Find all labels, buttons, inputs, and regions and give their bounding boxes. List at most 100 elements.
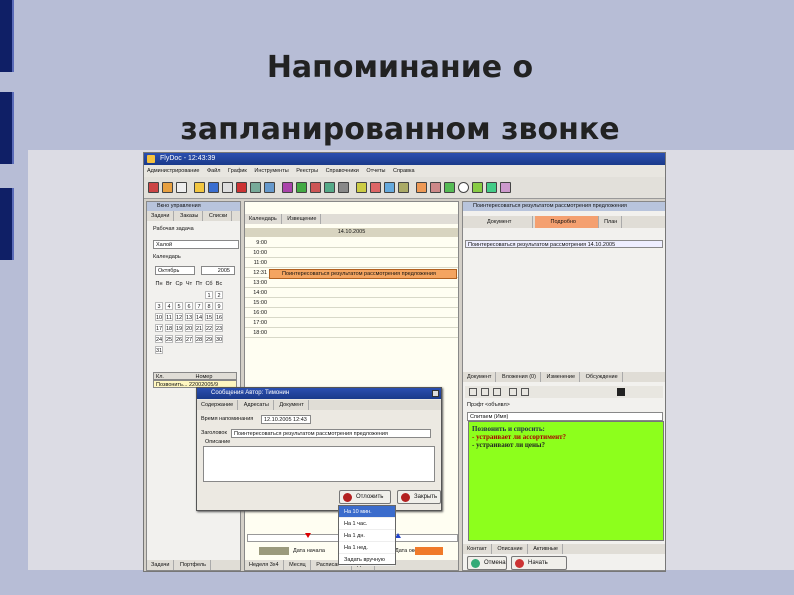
toolbar-icon-19[interactable] [416,182,427,193]
schedule-row[interactable]: 10:00 [245,248,458,258]
schedule-row[interactable]: 9:00 [245,238,458,248]
bold-icon[interactable] [469,388,477,396]
calendar-day[interactable]: 12 [175,313,183,321]
tab-orders[interactable]: Заказы [176,211,204,221]
toolbar-icon-9[interactable] [264,182,275,193]
schedule-row[interactable]: 15:00 [245,298,458,308]
tab-bottom-tasks[interactable]: Задачи [147,560,175,570]
close-icon[interactable] [432,390,439,397]
tab-plan[interactable]: План [600,216,623,228]
option-1hour[interactable]: На 1 час. [339,518,395,530]
tab-addressees[interactable]: Адресаты [240,400,274,410]
calendar-day[interactable]: 23 [215,324,223,332]
option-1week[interactable]: На 1 нед. [339,542,395,554]
dialog-subject-field[interactable]: Поинтересоваться результатом рассмотрени… [231,429,431,438]
toolbar-icon-2[interactable] [162,182,173,193]
right-pane-row[interactable]: Поинтересоваться результатом рассмотрени… [465,240,663,248]
tab-contact[interactable]: Контакт [463,544,492,554]
close-button[interactable]: Закрыть [397,490,441,504]
menu-help[interactable]: Справка [393,168,415,174]
toolbar-icon-8[interactable] [250,182,261,193]
toolbar-icon-20[interactable] [430,182,441,193]
tab-week[interactable]: Неделя 3x4 [245,560,284,570]
calendar-day[interactable]: 1 [205,291,213,299]
tab-bottom-portfolio[interactable]: Портфель [176,560,211,570]
calendar-day[interactable]: 8 [205,302,213,310]
cut-icon[interactable] [509,388,517,396]
calendar-day[interactable]: 15 [205,313,213,321]
reminder-text-area[interactable]: Позвонить и спросить: - устраивает ли ас… [468,421,664,541]
cancel-button[interactable]: Отмена [467,556,507,570]
calendar-day[interactable]: 28 [195,335,203,343]
calendar-day[interactable]: 6 [185,302,193,310]
calendar-day[interactable]: 24 [155,335,163,343]
reminder-time-field[interactable]: 12.10.2005 12:43 [261,415,311,424]
toolbar-icon-3[interactable] [176,182,187,193]
calendar-day[interactable]: 16 [215,313,223,321]
worker-select[interactable]: Халой [153,240,239,249]
calendar-day[interactable]: 29 [205,335,213,343]
postpone-button[interactable]: Отложить [339,490,391,504]
menu-registers[interactable]: Реестры [296,168,318,174]
toolbar-icon-11[interactable] [296,182,307,193]
toolbar-icon-16[interactable] [370,182,381,193]
calendar-day[interactable]: 18 [165,324,173,332]
calendar-day[interactable]: 7 [195,302,203,310]
schedule-row[interactable]: 13:00 [245,278,458,288]
tab-lists[interactable]: Списки [205,211,233,221]
calendar-day[interactable]: 10 [155,313,163,321]
description-area[interactable] [203,446,435,482]
menu-tools[interactable]: Инструменты [254,168,288,174]
option-1day[interactable]: На 1 дн. [339,530,395,542]
toolbar-icon-5[interactable] [208,182,219,193]
schedule-event[interactable]: Поинтересоваться результатом рассмотрени… [269,269,457,279]
toolbar-icon-13[interactable] [324,182,335,193]
option-10min[interactable]: На 10 мин. [339,506,395,518]
calendar-day[interactable]: 17 [155,324,163,332]
tab-detail[interactable]: Подробно [534,216,599,228]
menu-directories[interactable]: Справочники [326,168,359,174]
schedule-row[interactable]: 18:00 [245,328,458,338]
toolbar-icon-4[interactable] [194,182,205,193]
underline-icon[interactable] [493,388,501,396]
calendar-day[interactable]: 11 [165,313,173,321]
tab-doc-lower[interactable]: Документ [463,372,497,382]
tab-document[interactable]: Документ [463,216,533,228]
month-select[interactable]: Октябрь [155,266,195,275]
calendar-day[interactable]: 22 [205,324,213,332]
toolbar-icon-14[interactable] [338,182,349,193]
tab-attachments[interactable]: Вложения (0) [498,372,541,382]
tab-change[interactable]: Изменение [542,372,581,382]
toolbar-icon-24[interactable] [486,182,497,193]
toolbar-icon-15[interactable] [356,182,367,193]
schedule-row[interactable]: 17:00 [245,318,458,328]
toolbar-icon-1[interactable] [148,182,159,193]
calendar-day[interactable]: 9 [215,302,223,310]
calendar-day[interactable]: 31 [155,346,163,354]
calendar-day[interactable]: 19 [175,324,183,332]
calendar-day[interactable]: 14 [195,313,203,321]
tab-content[interactable]: Содержание [197,400,239,410]
copy-icon[interactable] [521,388,529,396]
tab-description[interactable]: Описание [493,544,528,554]
tab-calendar[interactable]: Календарь [245,214,282,224]
tab-tasks[interactable]: Задачи [147,211,175,221]
calendar-day[interactable]: 21 [195,324,203,332]
toolbar-icon-10[interactable] [282,182,293,193]
calendar-day[interactable]: 20 [185,324,193,332]
schedule-row[interactable]: 11:00 [245,258,458,268]
menu-reports[interactable]: Отчеты [366,168,385,174]
toolbar-icon-23[interactable] [472,182,483,193]
toolbar-icon-7[interactable] [236,182,247,193]
year-spinner[interactable]: 2005 [201,266,235,275]
start-work-button[interactable]: Начать работу [511,556,567,570]
calendar-day[interactable]: 27 [185,335,193,343]
contact-field[interactable]: Спитаем (Имя) [467,412,663,421]
calendar-day[interactable]: 26 [175,335,183,343]
menu-file[interactable]: Файл [207,168,221,174]
tab-active[interactable]: Активные [529,544,563,554]
toolbar-icon-21[interactable] [444,182,455,193]
tab-notice[interactable]: Извещение [283,214,322,224]
option-manual[interactable]: Задать вручную [339,554,395,566]
toolbar-icon-25[interactable] [500,182,511,193]
